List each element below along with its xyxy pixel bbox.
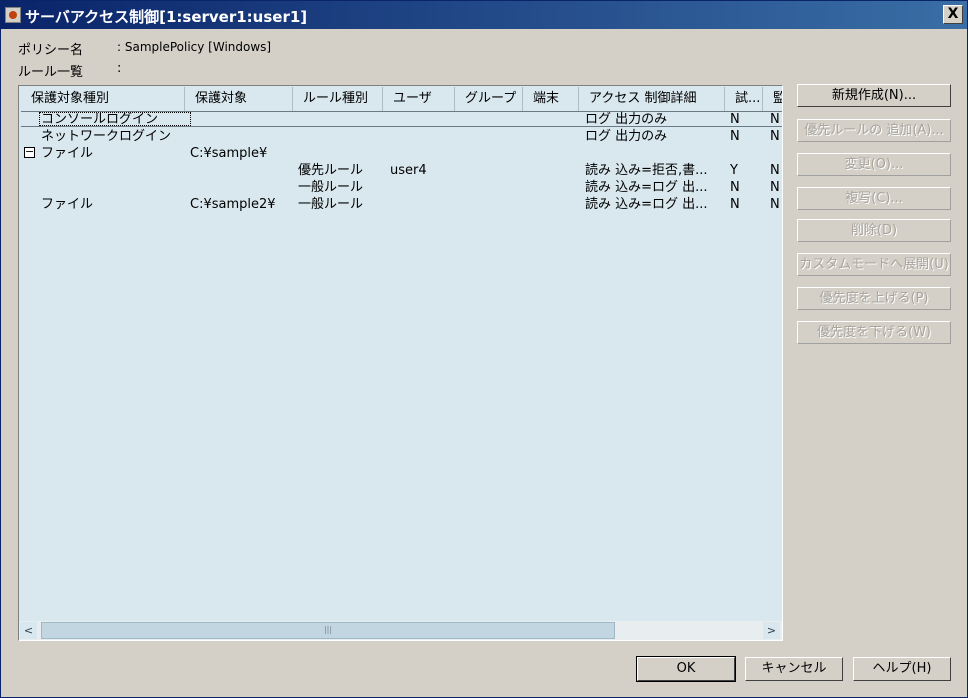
table-row-3-access-detail[interactable]: 読み 込み=拒否,書... [585, 163, 708, 179]
scrollbar-thumb[interactable]: ||| [41, 622, 615, 639]
column-header-rule-type[interactable]: ルール種別 [293, 87, 383, 111]
column-header-target[interactable]: 保護対象 [185, 87, 293, 111]
scroll-left-icon[interactable]: < [20, 622, 37, 639]
column-header-terminal[interactable]: 端末 [523, 87, 579, 111]
rule-list-label: ルール一覧 [18, 65, 84, 80]
dialog-window: サーバアクセス制御[1:server1:user1] X ポリシー名 : Sam… [0, 0, 968, 698]
table-row-4-access-detail[interactable]: 読み 込み=ログ 出... [585, 180, 708, 196]
add-priority-rule-button[interactable]: 優先ルールの 追加(A)... [797, 119, 951, 142]
table-row-1-target-type[interactable]: ネットワークログイン [41, 129, 171, 145]
rule-list-colon: : [117, 61, 122, 76]
modify-button[interactable]: 変更(O)... [797, 153, 951, 176]
table-row-3-audit[interactable]: N [770, 163, 780, 179]
close-button[interactable]: X [943, 5, 963, 24]
copy-button[interactable]: 複写(C)... [797, 187, 951, 210]
scroll-right-icon[interactable]: > [763, 622, 780, 639]
column-header-target-type[interactable]: 保護対象種別 [21, 87, 185, 111]
policy-name-value: : SamplePolicy [Windows] [117, 40, 272, 54]
table-row-5-access-detail[interactable]: 読み 込み=ログ 出... [585, 197, 708, 213]
collapse-toggle-icon[interactable]: − [24, 146, 35, 158]
table-row-5-target[interactable]: C:¥sample2¥ [190, 197, 276, 213]
title-bar[interactable]: サーバアクセス制御[1:server1:user1] X [1, 1, 967, 29]
expand-custom-mode-button[interactable]: カスタムモードへ展開(U) [797, 253, 951, 276]
delete-button[interactable]: 削除(D) [797, 219, 951, 242]
horizontal-scrollbar[interactable]: < ||| > [19, 621, 782, 640]
table-row-0-trial[interactable]: N [730, 112, 740, 128]
table-row-2-target-type[interactable]: ファイル [41, 146, 93, 162]
table-row-5-target-type[interactable]: ファイル [41, 197, 93, 213]
table-row-5-audit[interactable]: N [770, 197, 780, 213]
table-row-4-audit[interactable]: N [770, 180, 780, 196]
table-row-3-user[interactable]: user4 [390, 163, 427, 179]
lower-priority-button[interactable]: 優先度を下げる(W) [797, 321, 951, 344]
new-rule-button[interactable]: 新規作成(N)... [797, 84, 951, 107]
column-header-access-detail[interactable]: アクセス 制御詳細 [579, 87, 725, 111]
column-header-user[interactable]: ユーザ [383, 87, 455, 111]
app-icon [5, 7, 21, 23]
table-row-1-access-detail[interactable]: ログ 出力のみ [585, 129, 667, 145]
table-row-1-trial[interactable]: N [730, 129, 740, 145]
table-row-5-trial[interactable]: N [730, 197, 740, 213]
column-header-trial[interactable]: 試... [725, 87, 763, 111]
table-row-3-trial[interactable]: Y [730, 163, 738, 179]
table-row-4-trial[interactable]: N [730, 180, 740, 196]
column-header-audit[interactable]: 監 [763, 87, 782, 111]
column-header-group[interactable]: グループ [455, 87, 523, 111]
table-row-1-audit[interactable]: N [770, 129, 780, 145]
table-row-2-target[interactable]: C:¥sample¥ [190, 146, 267, 162]
cancel-button[interactable]: キャンセル [745, 657, 843, 681]
table-row-0-audit[interactable]: N [770, 112, 780, 128]
window-title: サーバアクセス制御[1:server1:user1] [25, 8, 308, 26]
policy-name-label: ポリシー名 [18, 43, 84, 58]
table-row-0-access-detail[interactable]: ログ 出力のみ [585, 112, 667, 128]
table-row-3-rule-type[interactable]: 優先ルール [298, 163, 363, 179]
help-button[interactable]: ヘルプ(H) [853, 657, 951, 681]
table-row-4-rule-type[interactable]: 一般ルール [298, 180, 363, 196]
ok-button[interactable]: OK [636, 656, 736, 682]
raise-priority-button[interactable]: 優先度を上げる(P) [797, 287, 951, 310]
table-row-5-rule-type[interactable]: 一般ルール [298, 197, 363, 213]
table-row-0-target-type[interactable]: コンソールログイン [41, 112, 158, 128]
